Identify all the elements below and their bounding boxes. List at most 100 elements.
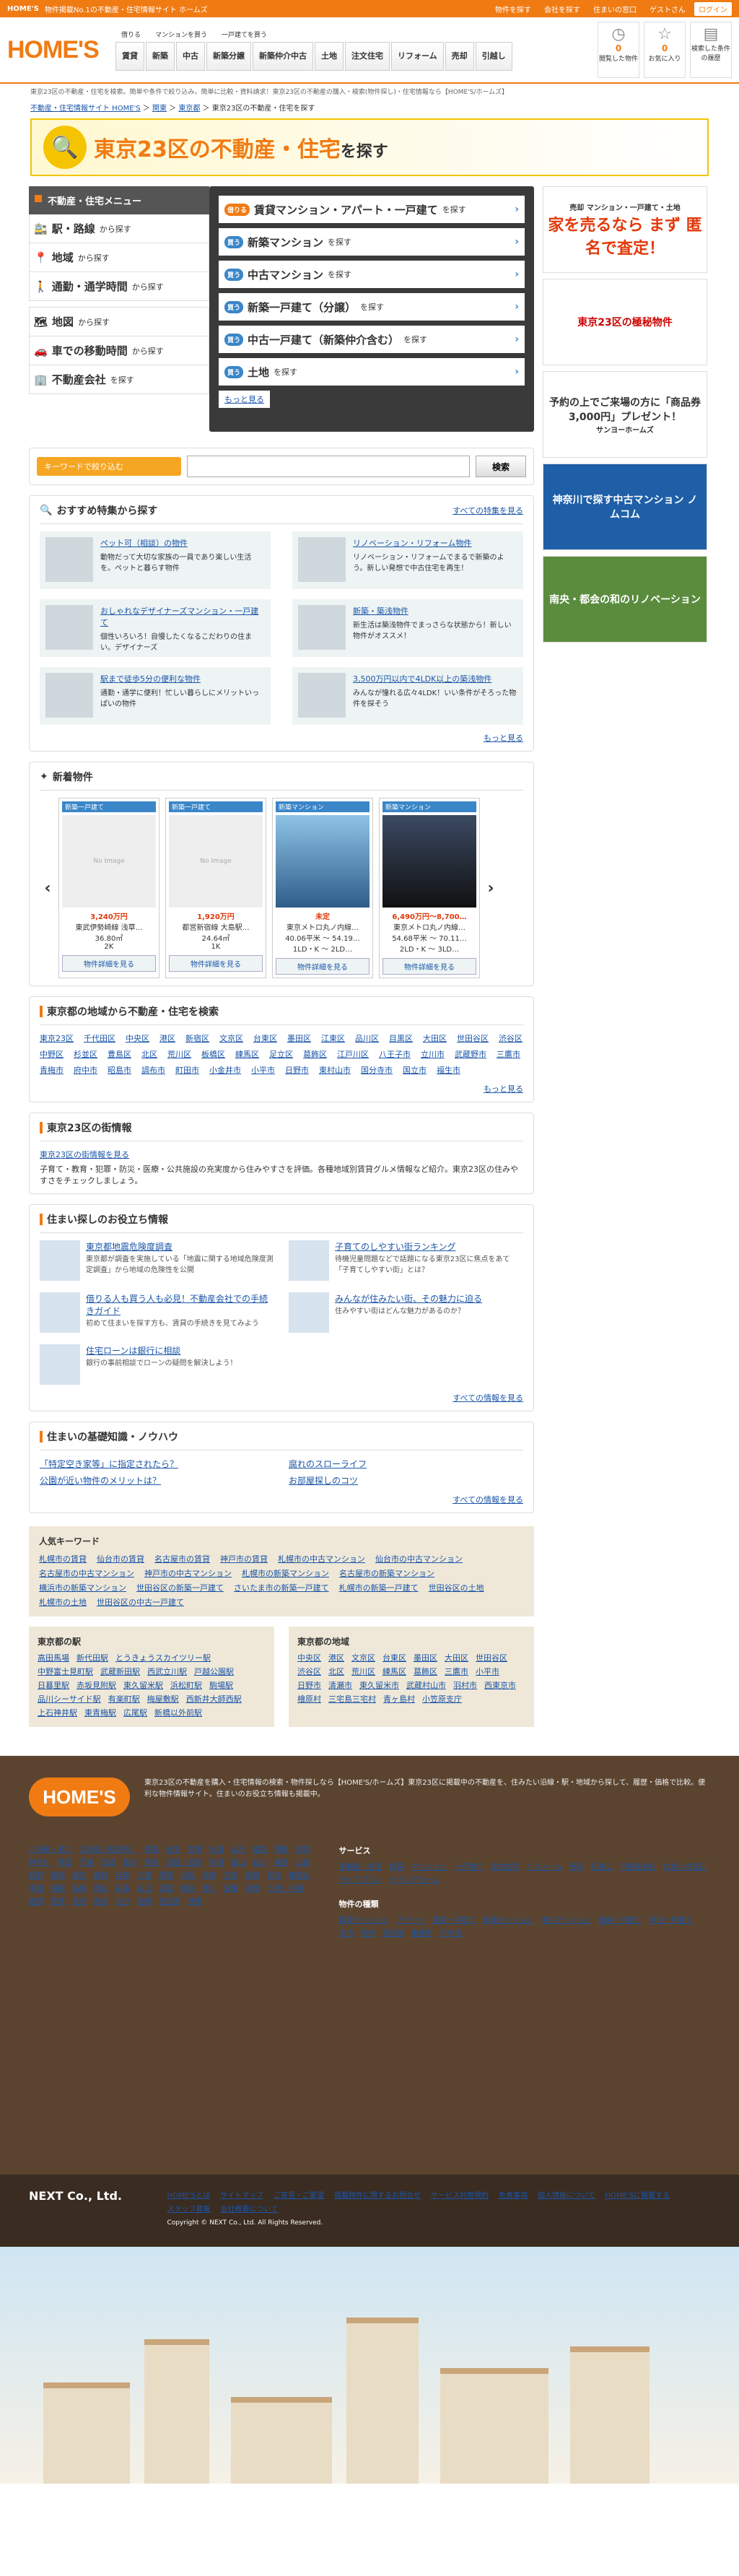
footer-area-link[interactable]: 岐阜	[115, 1870, 130, 1883]
area-link[interactable]: 三鷹市	[445, 1666, 468, 1677]
footer-area-link[interactable]: 鹿児島	[159, 1896, 180, 1909]
footer-area-link[interactable]: 信越・北陸	[166, 1857, 202, 1870]
area-link[interactable]: 品川区	[355, 1032, 379, 1044]
area-link[interactable]: 日野市	[297, 1679, 321, 1691]
keyword-link[interactable]: 世田谷区の新築一戸建て	[136, 1582, 224, 1593]
carousel-prev-button[interactable]: ‹	[40, 879, 56, 897]
station-link[interactable]: 高田馬場	[38, 1652, 69, 1663]
footer-area-link[interactable]: 宮城	[188, 1844, 202, 1857]
logo[interactable]: HOME'S	[7, 36, 100, 64]
footer-area-link[interactable]: 熊本	[94, 1896, 108, 1909]
area-link[interactable]: 板橋区	[201, 1048, 225, 1060]
keyword-link[interactable]: 名古屋市の新築マンション	[339, 1567, 434, 1579]
ptype-new-house[interactable]: 買う 新築一戸建て（分譲） を探す ›	[219, 293, 525, 321]
footer-kind-link[interactable]: 賃貸一戸建て	[432, 1915, 476, 1928]
ptype-used-house[interactable]: 買う 中古一戸建て（新築仲介含む） を探す ›	[219, 326, 525, 353]
area-link[interactable]: 武蔵村山市	[406, 1679, 446, 1691]
company-logo[interactable]: NEXT Co., Ltd.	[29, 2189, 167, 2232]
footer-area-link[interactable]: 群馬	[144, 1857, 159, 1870]
nav-sell[interactable]: 売却	[445, 41, 474, 71]
nav-custom-home[interactable]: 注文住宅	[345, 41, 390, 71]
area-link[interactable]: 青梅市	[40, 1064, 64, 1076]
area-link[interactable]: 大田区	[423, 1032, 447, 1044]
area-link[interactable]: 町田市	[175, 1064, 199, 1076]
feature-card[interactable]: 新築・築浅物件 新生活は築浅物件でまっさらな状態から！新しい物件がオススメ！	[292, 599, 523, 657]
footer-area-link[interactable]: 大分	[115, 1896, 130, 1909]
footer-area-link[interactable]: 石川	[253, 1857, 267, 1870]
area-link[interactable]: 檜原村	[297, 1693, 321, 1705]
area-link[interactable]: 江東区	[321, 1032, 345, 1044]
feature-card[interactable]: リノベーション・リフォーム物件 リノベーション・リフォームでまるで新築のよう。新し…	[292, 531, 523, 589]
keyword-link[interactable]: 札幌市の賃貸	[39, 1553, 87, 1565]
area-link[interactable]: 東村山市	[319, 1064, 351, 1076]
footer-area-link[interactable]: 福島	[253, 1844, 267, 1857]
area-link[interactable]: 小金井市	[209, 1064, 241, 1076]
footer-area-link[interactable]: 四国	[159, 1883, 173, 1896]
property-detail-button[interactable]: 物件詳細を見る	[276, 958, 370, 975]
footer-kind-link[interactable]: 新築マンション	[483, 1915, 533, 1928]
area-link[interactable]: 中央区	[126, 1032, 149, 1044]
menu-drive[interactable]: 🚗 車での移動時間 から探す	[29, 336, 209, 365]
area-link[interactable]: 西東京市	[484, 1679, 516, 1691]
nav-rent[interactable]: 賃貸	[115, 41, 144, 71]
keyword-link[interactable]: 横浜市の新築マンション	[39, 1582, 126, 1593]
ptype-new-mansion[interactable]: 買う 新築マンション を探す ›	[219, 228, 525, 256]
area-link[interactable]: 日野市	[285, 1064, 309, 1076]
footer-area-link[interactable]: 北海道・東北	[29, 1844, 72, 1857]
footer-area-link[interactable]: 中国	[29, 1883, 43, 1896]
footer-area-link[interactable]: 高知	[245, 1883, 260, 1896]
footer-area-link[interactable]: 富山	[231, 1857, 245, 1870]
footer-area-link[interactable]: 島根	[72, 1883, 87, 1896]
footer-logo[interactable]: HOME'S	[29, 1777, 130, 1816]
bottom-link[interactable]: ご意見・ご要望	[274, 2189, 324, 2200]
keyword-link[interactable]: 名古屋市の中古マンション	[39, 1567, 134, 1579]
footer-area-link[interactable]: 沖縄	[188, 1896, 202, 1909]
favorites-button[interactable]: ☆ 0 お気に入り	[644, 22, 686, 78]
area-link[interactable]: 小平市	[251, 1064, 275, 1076]
area-link[interactable]: 豊島区	[108, 1048, 131, 1060]
featured-more-link[interactable]: もっと見る	[484, 734, 523, 743]
ptypes-more-link[interactable]: もっと見る	[219, 391, 270, 408]
station-link[interactable]: 赤坂見附駅	[76, 1679, 116, 1691]
nav-reform[interactable]: リフォーム	[391, 41, 444, 71]
area-link[interactable]: 昭島市	[108, 1064, 131, 1076]
area-link[interactable]: 葛飾区	[303, 1048, 327, 1060]
area-link[interactable]: 台東区	[382, 1652, 406, 1663]
area-link[interactable]: 港区	[159, 1032, 175, 1044]
area-link[interactable]: 墨田区	[287, 1032, 311, 1044]
area-link[interactable]: 清瀬市	[328, 1679, 352, 1691]
station-link[interactable]: 戸越公園駅	[194, 1666, 234, 1677]
footer-service-link[interactable]: マンション	[411, 1861, 447, 1874]
area-link[interactable]: 葛飾区	[414, 1666, 437, 1677]
area-link[interactable]: 世田谷区	[476, 1652, 507, 1663]
footer-service-link[interactable]: トランクルーム	[389, 1874, 439, 1887]
area-link[interactable]: 世田谷区	[457, 1032, 489, 1044]
footer-area-link[interactable]: 新潟	[209, 1857, 224, 1870]
area-link[interactable]: 大田区	[445, 1652, 468, 1663]
station-link[interactable]: 新代田駅	[76, 1652, 108, 1663]
area-link[interactable]: 小笠原支庁	[422, 1693, 462, 1705]
keyword-link[interactable]: 札幌市の土地	[39, 1596, 87, 1608]
station-link[interactable]: 品川シーサイド駅	[38, 1693, 101, 1705]
area-link[interactable]: 台東区	[253, 1032, 277, 1044]
keyword-link[interactable]: 神戸市の中古マンション	[144, 1567, 232, 1579]
nav-new[interactable]: 新築	[146, 41, 175, 71]
footer-kind-link[interactable]: 貸店舗	[382, 1928, 403, 1941]
property-detail-button[interactable]: 物件詳細を見る	[62, 955, 156, 972]
keyword-input[interactable]	[187, 456, 470, 477]
bottom-link[interactable]: 個人情報について	[538, 2189, 595, 2200]
menu-commute[interactable]: 🚶 通勤・通学時間 から探す	[29, 272, 209, 301]
menu-station[interactable]: 🚉 駅・路線 から探す	[29, 214, 209, 243]
keyword-link[interactable]: 世田谷区の土地	[429, 1582, 484, 1593]
ad-banner-renovation[interactable]: 南央・都会の和のリノベーション	[543, 556, 707, 643]
station-link[interactable]: 浜松町駅	[170, 1679, 202, 1691]
station-link[interactable]: とうきょうスカイツリー駅	[115, 1652, 211, 1663]
footer-kind-link[interactable]: 中古一戸建て	[649, 1915, 692, 1928]
footer-kind-link[interactable]: 賃貸マンション	[338, 1915, 389, 1928]
knowledge-link[interactable]: 公園が近い物件のメリットは？	[40, 1474, 274, 1487]
footer-area-link[interactable]: 三重	[137, 1870, 152, 1883]
footer-kind-link[interactable]: 新築一戸建て	[598, 1915, 642, 1928]
ad-banner-sanyo[interactable]: 予約の上でご来場の方に「商品券3,000円」プレゼント！ サンヨーホームズ	[543, 371, 707, 458]
area-link[interactable]: 目黒区	[389, 1032, 413, 1044]
tip-item[interactable]: みんなが住みたい街、その魅力に迫る 住みやすい街はどんな魅力があるのか？	[289, 1292, 523, 1333]
